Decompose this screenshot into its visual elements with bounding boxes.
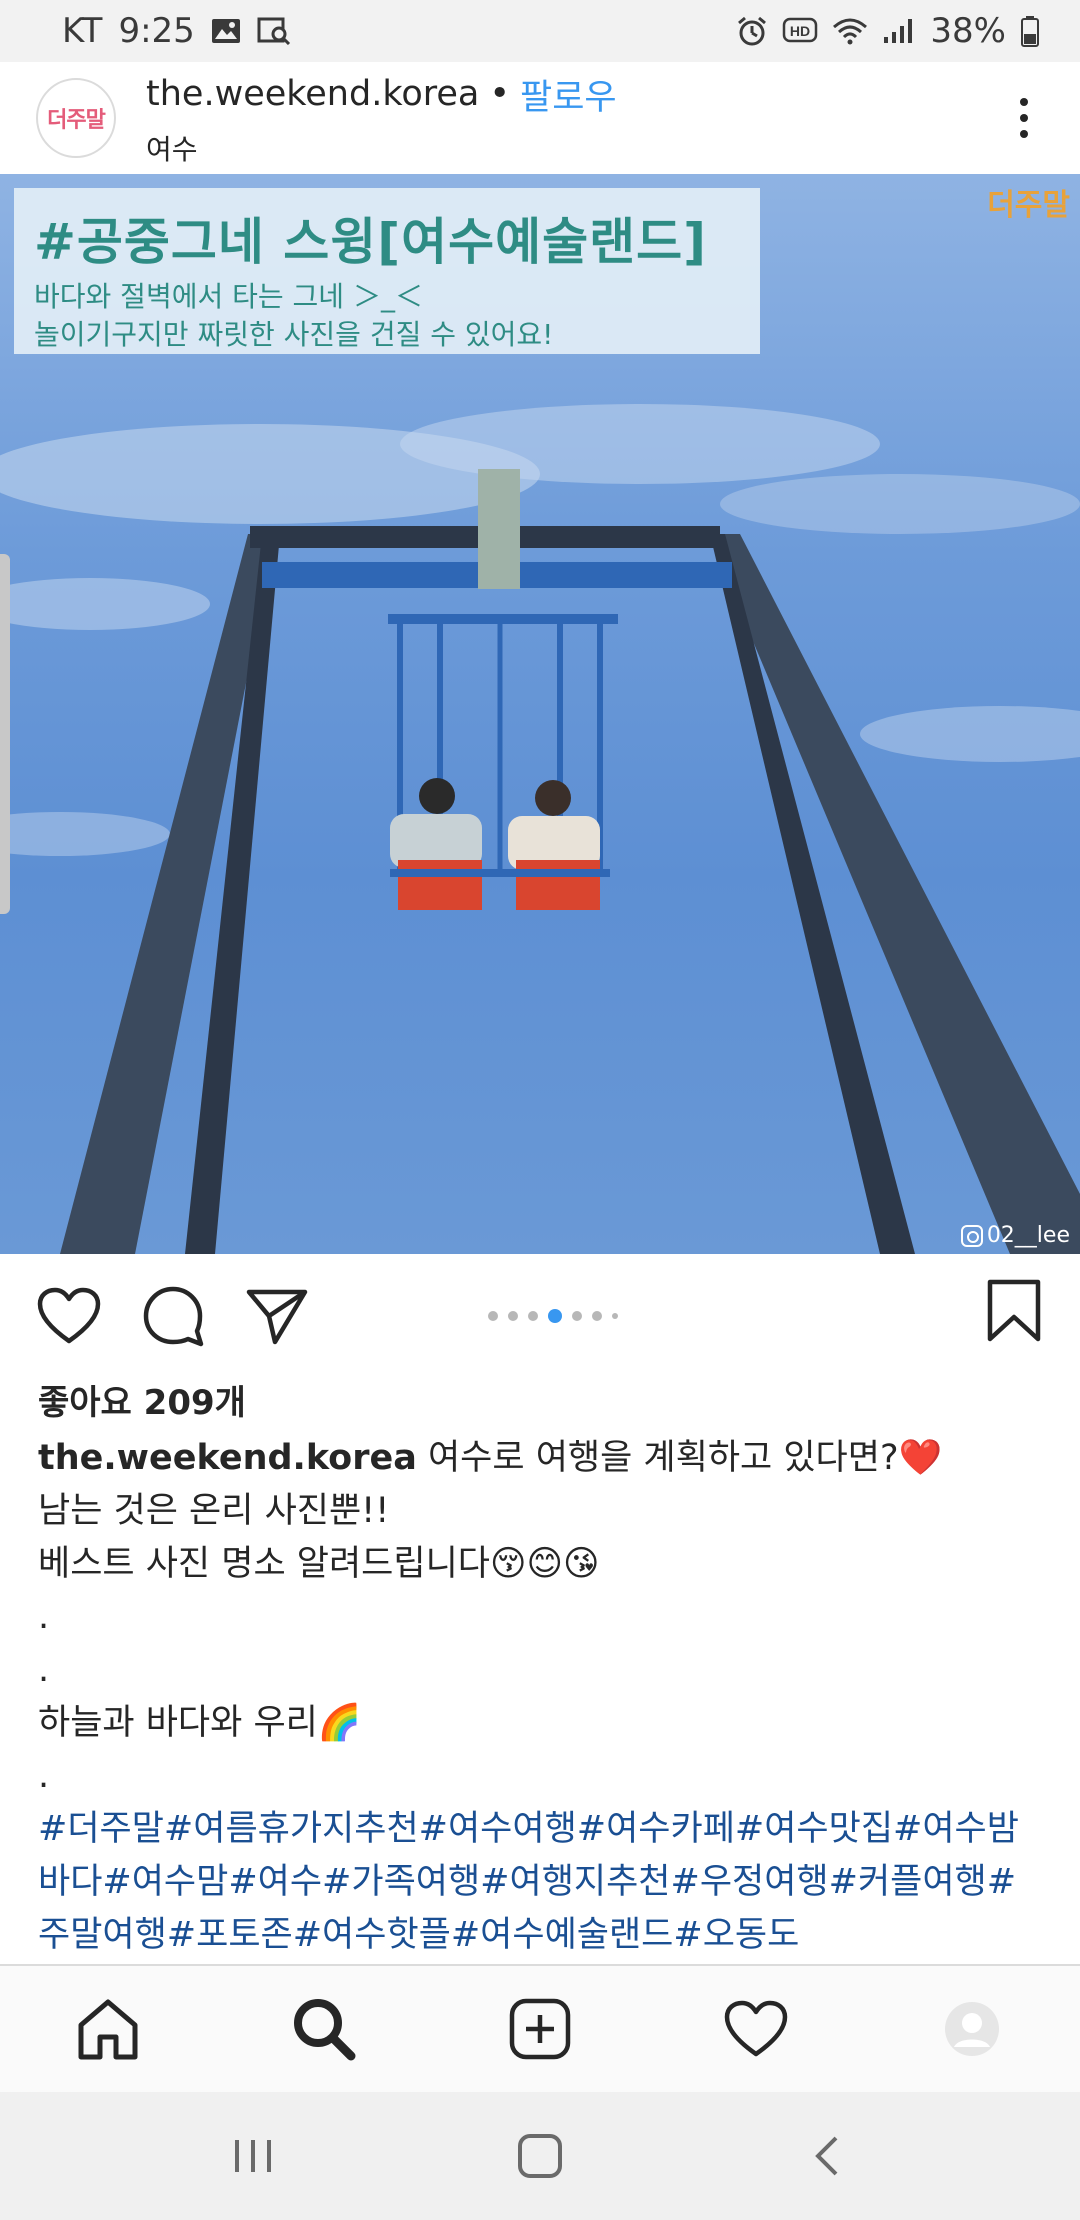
- instagram-icon: [960, 1224, 983, 1247]
- caption-line: 여수로 여행을 계획하고 있다면?❤️: [427, 1438, 943, 1478]
- wifi-icon: [832, 17, 868, 45]
- follow-button[interactable]: 팔로우: [520, 69, 617, 120]
- caption-dot: .: [38, 1756, 50, 1796]
- image-title: #공중그네 스윙[여수예술랜드]: [34, 213, 708, 271]
- share-icon[interactable]: [242, 1281, 312, 1351]
- caption-line: 베스트 사진 명소 알려드립니다😚😊😘: [38, 1544, 600, 1584]
- status-bar: KT 9:25 HD 38%: [0, 0, 1080, 62]
- corner-logo: 더주말: [987, 188, 1070, 223]
- avatar-logo-text: 더주말: [47, 107, 106, 132]
- caption-dot: .: [38, 1650, 50, 1690]
- carousel-dot: [508, 1311, 518, 1321]
- add-post-icon[interactable]: [500, 1989, 580, 2069]
- caption-dot: .: [38, 1597, 50, 1637]
- caption-username[interactable]: the.weekend.korea: [38, 1438, 417, 1478]
- avatar[interactable]: 더주말: [36, 78, 116, 158]
- likes-count[interactable]: 좋아요 209개: [38, 1375, 246, 1424]
- battery-percent: 38%: [930, 11, 1006, 51]
- carousel-dot-active: [548, 1309, 562, 1323]
- carousel-dot: [612, 1313, 618, 1319]
- alarm-icon: [736, 15, 768, 47]
- side-edge-handle[interactable]: [0, 554, 10, 914]
- profile-icon[interactable]: [932, 1989, 1012, 2069]
- post-username[interactable]: the.weekend.korea: [146, 74, 479, 114]
- image-icon: [211, 18, 241, 44]
- system-nav-bar: [0, 2092, 1080, 2220]
- comment-icon[interactable]: [138, 1281, 208, 1351]
- bookmark-icon[interactable]: [986, 1279, 1042, 1347]
- carousel-dot: [572, 1311, 582, 1321]
- gallery-search-icon: [257, 17, 291, 45]
- search-icon[interactable]: [284, 1989, 364, 2069]
- separator-dot: •: [489, 74, 511, 114]
- back-icon[interactable]: [787, 2116, 867, 2196]
- post-location[interactable]: 여수: [146, 128, 617, 168]
- more-options-icon[interactable]: [1004, 88, 1044, 148]
- post-image[interactable]: #공중그네 스윙[여수예술랜드] 바다와 절벽에서 타는 그네 ＞_＜ 놀이기구…: [0, 174, 1080, 1254]
- svg-text:HD: HD: [790, 23, 810, 39]
- photo-credit-text: 02__lee: [986, 1223, 1070, 1248]
- caption-hashtags[interactable]: #더주말#여름휴가지추천#여수여행#여수카페#여수맛집#여수밤바다#여수맘#여수…: [38, 1803, 1048, 1962]
- carousel-dot: [592, 1311, 602, 1321]
- home-icon[interactable]: [68, 1989, 148, 2069]
- image-caption-box: #공중그네 스윙[여수예술랜드] 바다와 절벽에서 타는 그네 ＞_＜ 놀이기구…: [14, 188, 760, 354]
- battery-icon: [1020, 15, 1040, 47]
- bottom-tab-bar: [0, 1964, 1080, 2092]
- signal-icon: [882, 17, 916, 45]
- post-header: 더주말 the.weekend.korea • 팔로우 여수: [0, 62, 1080, 174]
- caption-line: 하늘과 바다와 우리🌈: [38, 1703, 362, 1743]
- carousel-indicator: [488, 1309, 618, 1323]
- recent-apps-icon[interactable]: [213, 2116, 293, 2196]
- heart-icon[interactable]: [34, 1281, 104, 1351]
- image-subtitle-line1: 바다와 절벽에서 타는 그네 ＞_＜: [34, 280, 423, 313]
- post-caption: the.weekend.korea 여수로 여행을 계획하고 있다면?❤️ 남는…: [38, 1432, 1048, 1962]
- carrier-label: KT: [62, 11, 103, 51]
- activity-heart-icon[interactable]: [716, 1989, 796, 2069]
- image-subtitle-line2: 놀이기구지만 짜릿한 사진을 건질 수 있어요!: [34, 318, 554, 351]
- caption-line: 남는 것은 온리 사진뿐!!: [38, 1491, 390, 1531]
- hd-icon: HD: [782, 17, 818, 45]
- carousel-dot: [488, 1311, 498, 1321]
- carousel-dot: [528, 1311, 538, 1321]
- home-button-icon[interactable]: [500, 2116, 580, 2196]
- photo-credit: 02__lee: [960, 1223, 1070, 1248]
- clock: 9:25: [118, 11, 195, 51]
